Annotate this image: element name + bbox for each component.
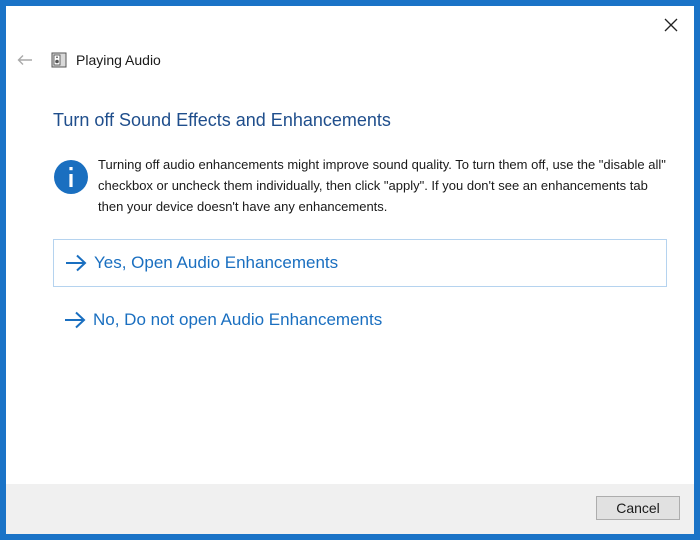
app-title: Playing Audio <box>76 52 161 68</box>
close-button[interactable] <box>656 10 686 40</box>
dialog-window: Playing Audio Turn off Sound Effects and… <box>6 6 694 534</box>
cancel-button[interactable]: Cancel <box>596 496 680 520</box>
info-icon <box>54 160 88 194</box>
option-label: No, Do not open Audio Enhancements <box>93 310 383 329</box>
info-message: Turning off audio enhancements might imp… <box>98 157 666 214</box>
page-heading: Turn off Sound Effects and Enhancements <box>53 110 391 130</box>
back-button[interactable] <box>14 48 36 72</box>
back-arrow-icon <box>17 55 32 65</box>
right-arrow-icon <box>65 311 86 329</box>
do-not-open-enhancements-link[interactable]: No, Do not open Audio Enhancements <box>53 296 667 344</box>
nav-row: Playing Audio <box>6 48 606 72</box>
right-arrow-icon <box>66 254 87 272</box>
footer-bar: Cancel <box>6 484 694 534</box>
option-label: Yes, Open Audio Enhancements <box>94 253 339 272</box>
close-icon <box>664 18 678 32</box>
open-audio-enhancements-link[interactable]: Yes, Open Audio Enhancements <box>53 239 667 287</box>
speaker-icon <box>51 52 67 68</box>
title-bar <box>6 6 694 44</box>
